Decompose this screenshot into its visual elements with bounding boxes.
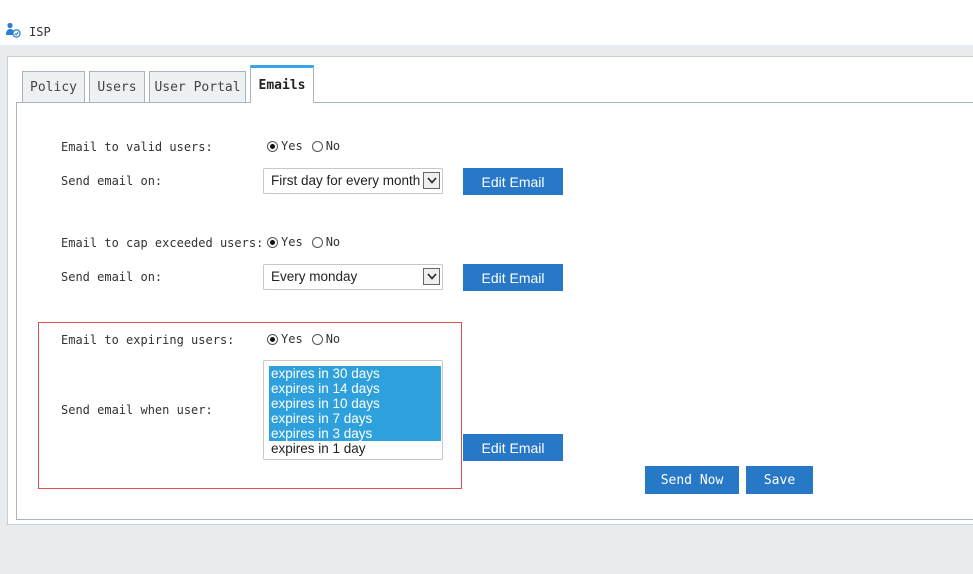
top-bar: ISP — [0, 0, 973, 45]
cap-users-send-on-value: Every monday — [271, 269, 358, 284]
valid-users-radio-group: Yes No — [267, 139, 349, 153]
valid-users-yes-radio[interactable] — [267, 140, 278, 152]
cap-users-yes-label[interactable]: Yes — [281, 235, 303, 249]
valid-users-no-radio[interactable] — [311, 140, 323, 152]
user-check-icon — [6, 22, 21, 38]
expiring-users-label: Email to expiring users: — [61, 333, 235, 347]
cap-users-no-radio[interactable] — [311, 236, 323, 248]
valid-users-yes-label[interactable]: Yes — [281, 139, 303, 153]
chevron-down-icon — [423, 268, 440, 285]
cap-users-radio-group: Yes No — [267, 235, 349, 249]
expiring-users-yes-radio[interactable] — [267, 333, 278, 345]
list-item[interactable]: expires in 1 day — [269, 441, 441, 456]
chevron-down-icon — [423, 172, 440, 189]
expiring-users-yes-label[interactable]: Yes — [281, 332, 303, 346]
list-item[interactable]: expires in 30 days — [269, 366, 441, 381]
cap-users-edit-email-button[interactable]: Edit Email — [463, 264, 563, 291]
expiring-users-when-label: Send email when user: — [61, 403, 213, 417]
list-item[interactable]: expires in 3 days — [269, 426, 441, 441]
tab-emails[interactable]: Emails — [250, 65, 314, 103]
tab-user-portal[interactable]: User Portal — [149, 71, 246, 102]
expiring-users-radio-group: Yes No — [267, 332, 349, 346]
cap-users-label: Email to cap exceeded users: — [61, 236, 264, 250]
app-title: ISP — [29, 25, 51, 39]
valid-users-send-on-value: First day for every month — [271, 173, 421, 188]
expiring-users-multiselect[interactable]: expires in 30 days expires in 14 days ex… — [263, 360, 443, 460]
save-button[interactable]: Save — [746, 466, 813, 494]
expiring-users-no-label[interactable]: No — [326, 332, 340, 346]
list-item[interactable]: expires in 7 days — [269, 411, 441, 426]
expiring-users-edit-email-button[interactable]: Edit Email — [463, 434, 563, 461]
list-item[interactable]: expires in 14 days — [269, 381, 441, 396]
cap-users-yes-radio[interactable] — [267, 236, 278, 248]
valid-users-send-on-select[interactable]: First day for every month — [263, 168, 443, 194]
valid-users-send-on-label: Send email on: — [61, 174, 163, 188]
tab-policy[interactable]: Policy — [22, 71, 85, 102]
expiring-users-no-radio[interactable] — [311, 333, 323, 345]
send-now-button[interactable]: Send Now — [645, 466, 739, 494]
list-item[interactable]: expires in 10 days — [269, 396, 441, 411]
valid-users-label: Email to valid users: — [61, 140, 213, 154]
tab-users[interactable]: Users — [89, 71, 145, 102]
cap-users-no-label[interactable]: No — [326, 235, 340, 249]
valid-users-no-label[interactable]: No — [326, 139, 340, 153]
cap-users-send-on-label: Send email on: — [61, 270, 163, 284]
valid-users-edit-email-button[interactable]: Edit Email — [463, 168, 563, 195]
cap-users-send-on-select[interactable]: Every monday — [263, 264, 443, 290]
